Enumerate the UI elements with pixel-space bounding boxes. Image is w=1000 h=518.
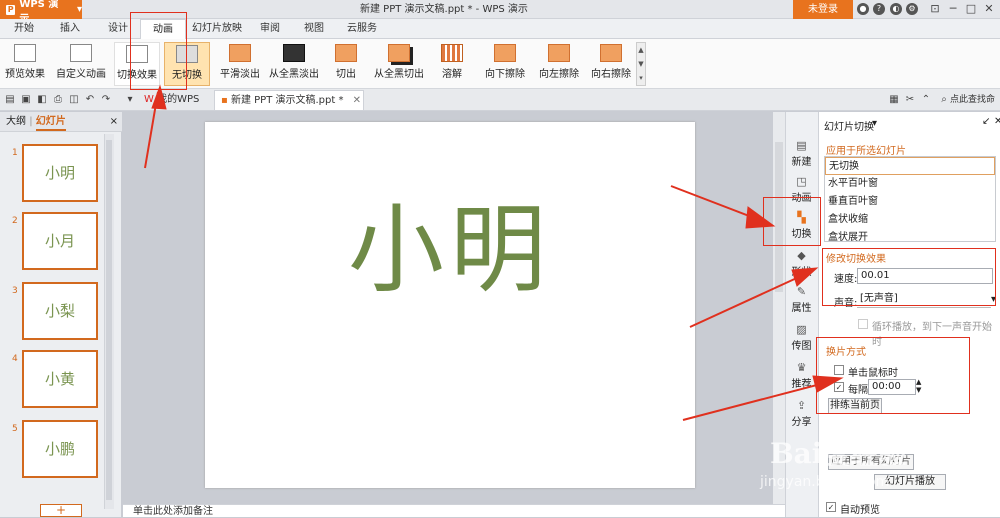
baidu-watermark: Bai度经验 [770,437,907,470]
arrow-head [812,375,844,393]
arrow-line [682,379,837,421]
arrow-head [151,84,167,110]
arrow-line [689,270,813,328]
baidu-watermark-url: jingyan.baidu.com [760,474,890,490]
arrow-head [791,267,819,287]
arrow-head [745,206,776,229]
